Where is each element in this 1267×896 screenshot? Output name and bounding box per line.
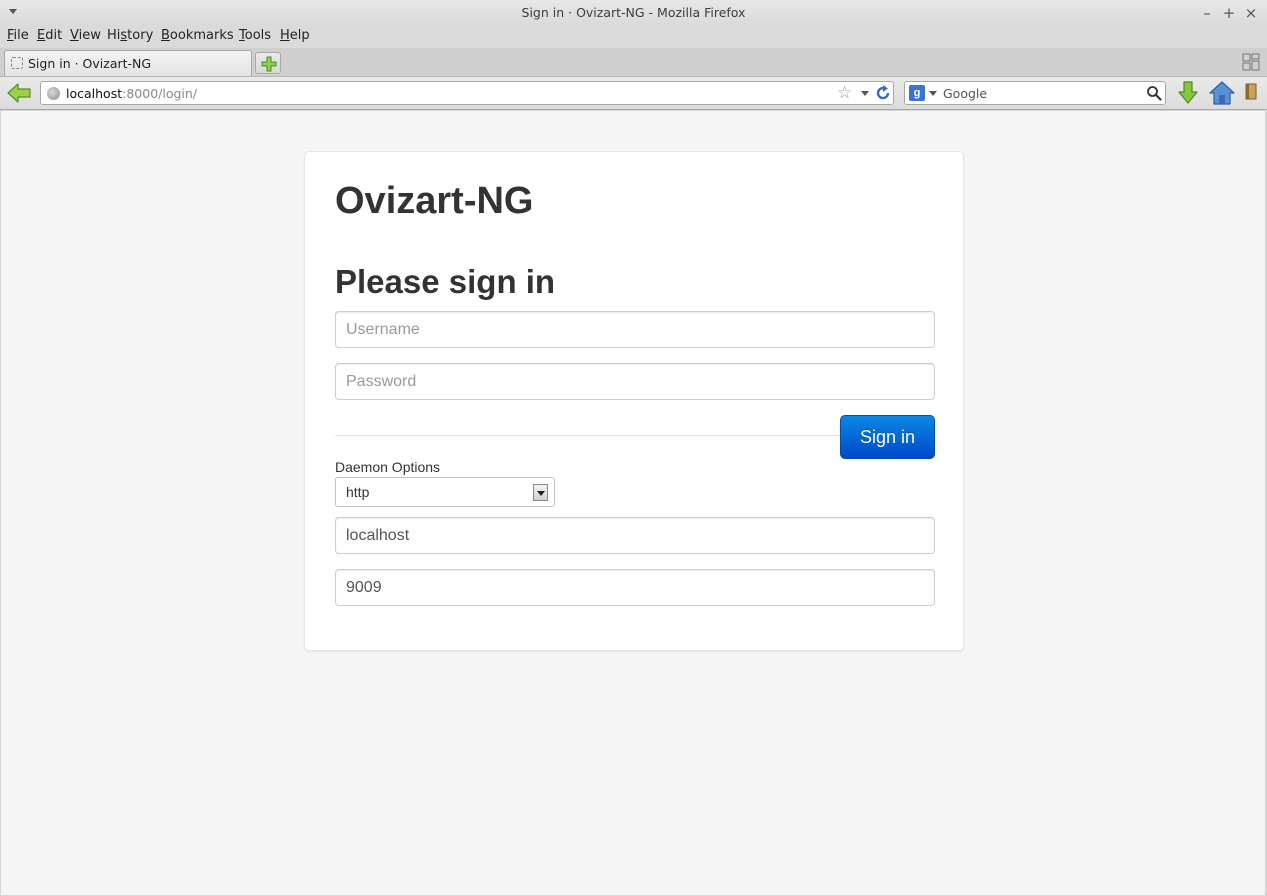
maximize-button[interactable]: + (1219, 3, 1239, 23)
url-bar[interactable]: localhost:8000/login/ ☆ (40, 81, 894, 105)
star-icon[interactable]: ☆ (837, 83, 852, 103)
download-arrow-icon[interactable] (1177, 81, 1199, 105)
menu-bookmarks[interactable]: Bookmarks (161, 28, 234, 43)
password-input[interactable] (335, 363, 935, 400)
tab-sign-in[interactable]: Sign in · Ovizart-NG (4, 50, 252, 76)
menu-tools[interactable]: Tools (239, 28, 271, 43)
signin-card: Ovizart-NG Please sign in Sign in Daemon… (304, 151, 964, 651)
url-text[interactable]: localhost:8000/login/ (66, 86, 197, 101)
magnifier-icon[interactable] (1146, 85, 1162, 101)
search-engine-dropdown-icon[interactable] (929, 91, 937, 96)
username-input[interactable] (335, 311, 935, 348)
menu-history-label: tory (127, 28, 154, 43)
close-button[interactable]: × (1241, 3, 1261, 23)
daemon-options-label: Daemon Options (335, 459, 441, 475)
signin-button[interactable]: Sign in (840, 415, 935, 459)
menu-help[interactable]: Help (280, 28, 310, 43)
daemon-port-input[interactable] (335, 569, 935, 606)
bookmarks-icon[interactable] (1244, 83, 1258, 101)
window-titlebar: Sign in · Ovizart-NG - Mozilla Firefox –… (0, 0, 1267, 26)
home-icon[interactable] (1209, 80, 1235, 106)
menu-tools-label: ools (244, 28, 272, 43)
menu-file-label: ile (13, 28, 29, 43)
menu-view-accel: V (70, 28, 79, 43)
signin-heading: Please sign in (335, 263, 556, 300)
daemon-host-input[interactable] (335, 517, 935, 554)
menu-edit-label: dit (45, 28, 63, 43)
menu-edit[interactable]: Edit (37, 28, 62, 43)
url-history-dropdown-icon[interactable] (861, 91, 869, 96)
menu-history[interactable]: History (107, 28, 153, 43)
chevron-down-icon (537, 491, 545, 496)
url-path: :8000/login/ (122, 86, 198, 101)
page-viewport: Ovizart-NG Please sign in Sign in Daemon… (1, 111, 1265, 895)
url-host: localhost (66, 86, 123, 101)
minimize-button[interactable]: – (1197, 3, 1217, 23)
menu-help-accel: H (280, 28, 290, 43)
google-engine-icon[interactable]: g (909, 85, 925, 101)
page-favicon-icon (11, 57, 23, 69)
menu-file[interactable]: File (7, 28, 29, 43)
new-tab-button[interactable] (255, 52, 281, 74)
menu-help-label: elp (289, 28, 310, 43)
menu-bookmarks-accel: B (161, 28, 170, 43)
brand-title: Ovizart-NG (335, 180, 534, 222)
tab-label: Sign in · Ovizart-NG (28, 56, 152, 71)
reload-icon[interactable] (875, 84, 891, 102)
menu-history-pre: Hi (107, 28, 121, 43)
search-bar[interactable]: g Google (904, 81, 1166, 105)
window-title: Sign in · Ovizart-NG - Mozilla Firefox (521, 5, 746, 20)
tab-groups-icon[interactable] (1242, 53, 1260, 71)
tab-strip: Sign in · Ovizart-NG (0, 48, 1267, 76)
menu-bar: File Edit View History Bookmarks Tools H… (0, 26, 1267, 48)
menu-bookmarks-label: ookmarks (169, 28, 234, 43)
back-arrow-icon[interactable] (6, 81, 32, 105)
globe-icon (47, 87, 60, 100)
menu-edit-accel: E (37, 28, 46, 43)
plus-icon (261, 56, 277, 72)
navigation-bar: localhost:8000/login/ ☆ g Google (0, 76, 1267, 110)
menu-view[interactable]: View (70, 28, 101, 43)
select-dropdown-button[interactable] (533, 484, 548, 501)
daemon-protocol-value: http (346, 484, 370, 500)
menu-view-label: iew (78, 28, 101, 43)
daemon-protocol-select[interactable]: http (335, 477, 555, 507)
search-placeholder: Google (943, 86, 988, 101)
